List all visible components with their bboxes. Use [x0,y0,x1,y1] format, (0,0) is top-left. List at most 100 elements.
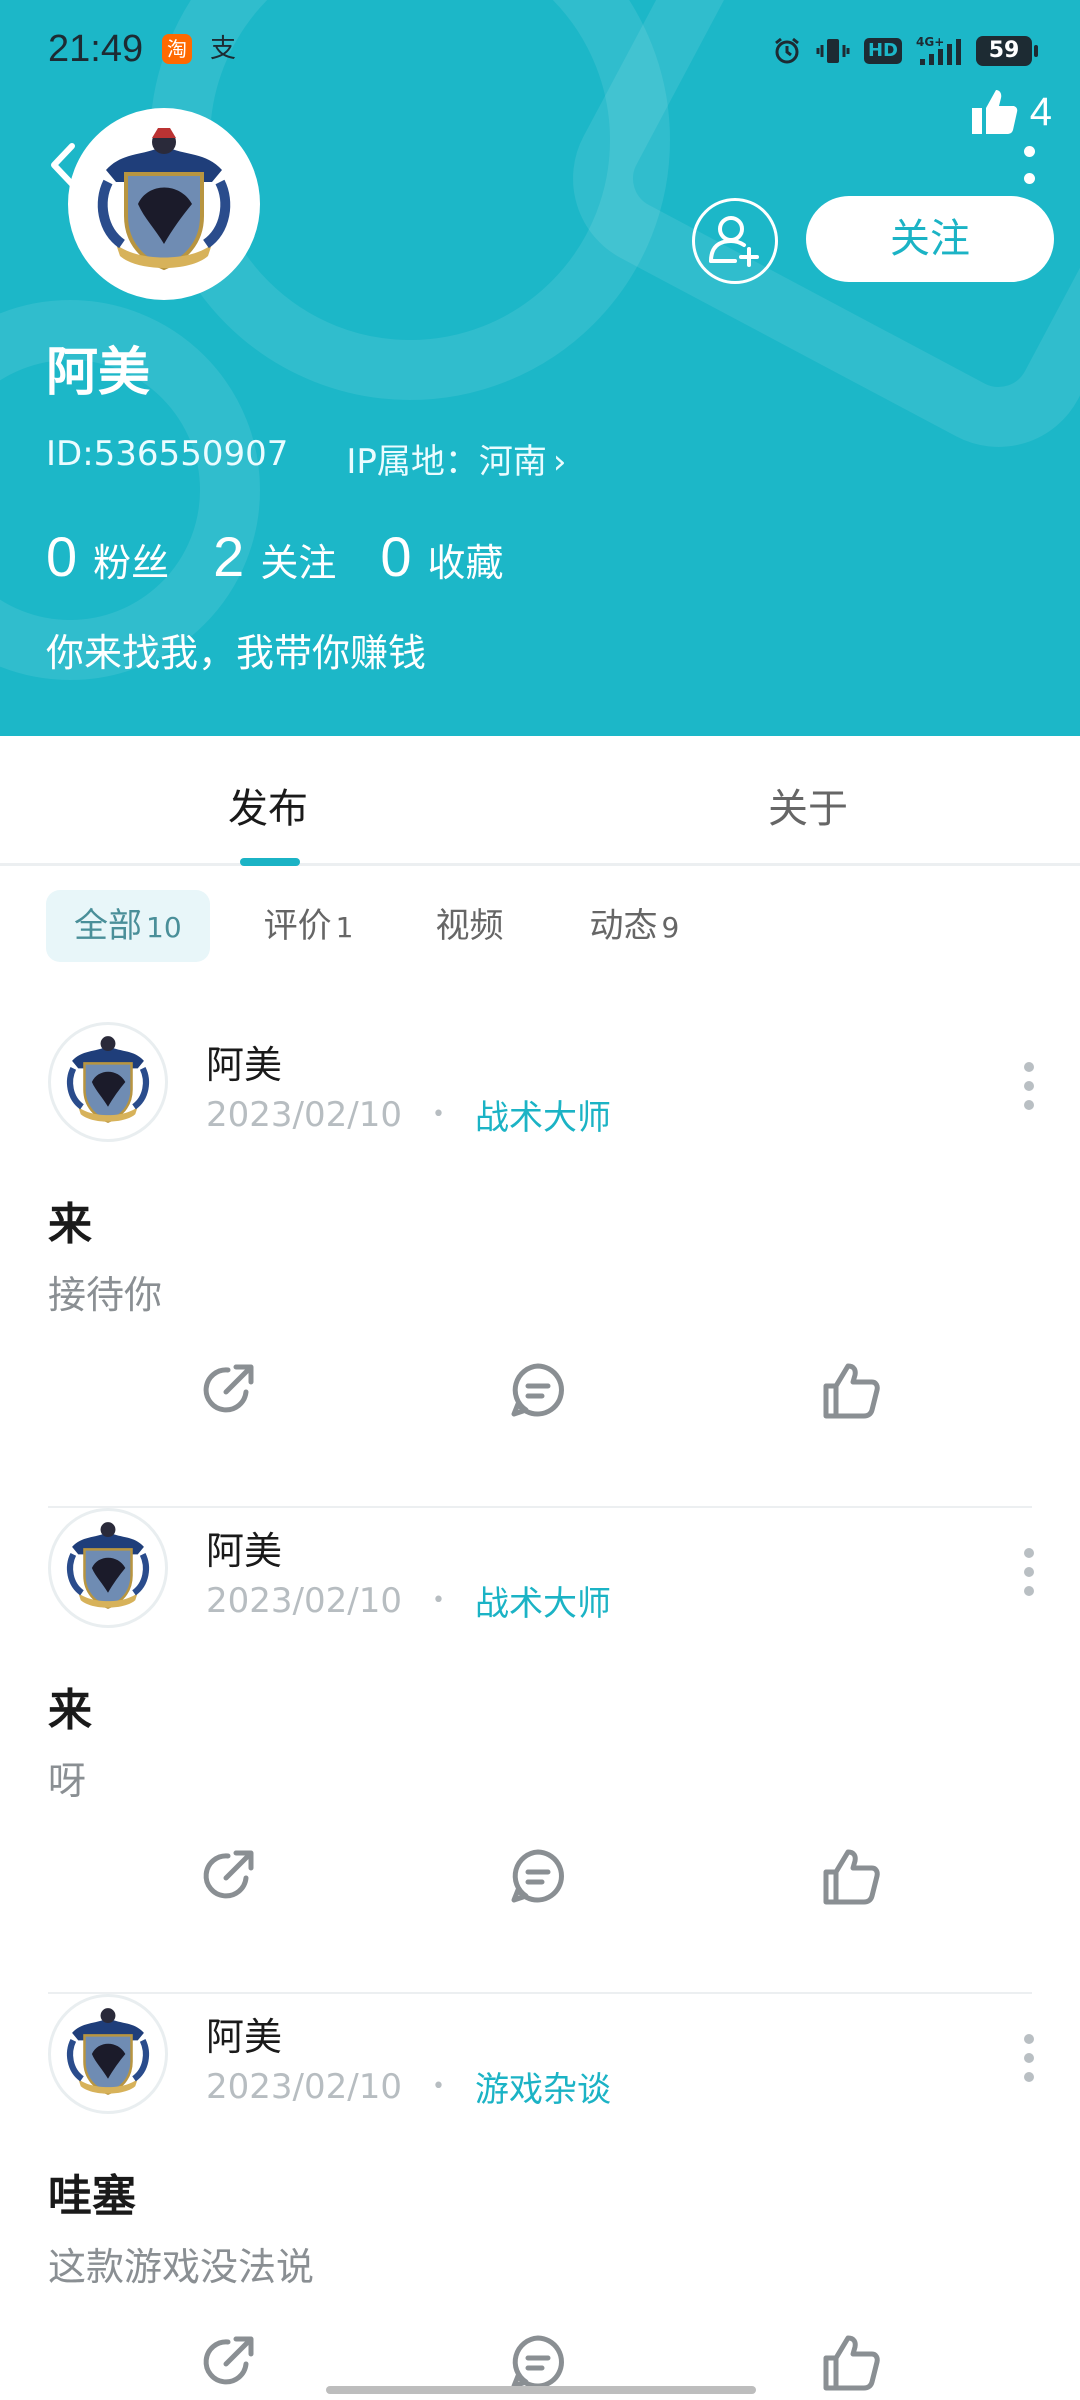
filter-chips: 全部 10 评价 1 视频 动态 9 [46,890,707,962]
profile-header: 21:49 淘 支 HD 4G+ 59 4 关注 阿美 ID:536550907… [0,0,1080,736]
alarm-icon [772,36,802,66]
post-card[interactable]: 阿美 2023/02/10 • 游戏杂谈 哇塞 这款游戏没法说 [0,1994,1080,2400]
status-icons: HD 4G+ 59 [772,32,1038,70]
profile-bio: 你来找我，我带你赚钱 [46,631,427,675]
thumbs-up-icon [823,1849,880,1905]
post-author-avatar[interactable] [48,1508,168,1628]
chip-count: 1 [335,911,354,944]
alipay-notification-icon: 支 [210,34,237,64]
like-count: 4 [1029,89,1052,134]
post-date: 2023/02/10 [206,1094,402,1135]
post-author-name: 阿美 [206,1529,283,1573]
meta-separator: • [431,2074,445,2099]
post-author-name: 阿美 [206,1043,283,1087]
home-indicator[interactable] [326,2386,756,2394]
post-meta: 2023/02/10 • 战术大师 [206,1090,611,1139]
meta-separator: • [431,1102,445,1127]
profile-stats: 0 粉丝 2 关注 0 收藏 [46,524,548,589]
chip-label: 视频 [435,906,504,946]
comment-button[interactable] [506,1844,570,1908]
status-bar: 21:49 淘 支 HD 4G+ 59 [0,0,1080,100]
signal-icon: 4G+ [916,35,962,66]
comment-button[interactable] [506,2330,570,2394]
post-category[interactable]: 游戏杂谈 [475,2062,611,2111]
ravenclaw-crest-icon [66,1522,150,1609]
like-button[interactable] [820,1844,884,1908]
post-more-icon[interactable] [1024,1062,1036,1119]
ravenclaw-crest-icon [66,2008,150,2095]
profile-like-button[interactable]: 4 [968,86,1052,138]
post-date: 2023/02/10 [206,2066,402,2107]
chip-label: 全部 [74,906,142,946]
post-title: 来 [48,1199,92,1250]
user-id: ID:536550907 [46,434,289,474]
stat-following[interactable]: 2 关注 [213,524,336,589]
ravenclaw-crest-icon [72,112,256,296]
tab-post[interactable]: 发布 [228,776,308,834]
chip-updates[interactable]: 动态 9 [561,890,707,962]
post-more-icon[interactable] [1024,2034,1036,2091]
ravenclaw-crest-icon [66,1036,150,1123]
post-category[interactable]: 战术大师 [475,1090,611,1139]
post-card[interactable]: 阿美 2023/02/10 • 战术大师 来 接待你 [0,1022,1080,1508]
post-body: 呀 [48,1759,87,1803]
comment-icon [511,1849,564,1903]
share-icon [203,1364,254,1413]
stat-value: 2 [213,525,245,588]
comment-icon [511,1363,564,1417]
comment-button[interactable] [506,1358,570,1422]
like-button[interactable] [820,2330,884,2394]
post-title: 哇塞 [48,2171,136,2222]
tab-indicator [240,858,300,866]
more-options-icon[interactable] [1024,146,1038,186]
chip-reviews[interactable]: 评价 1 [236,890,382,962]
svg-text:4G+: 4G+ [916,35,944,49]
status-time: 21:49 [48,28,144,70]
battery-icon: 59 [976,36,1038,66]
profile-id-row: ID:536550907 IP属地：河南 › [46,434,567,483]
post-author-avatar[interactable] [48,1994,168,2114]
like-button[interactable] [820,1358,884,1422]
chip-all[interactable]: 全部 10 [46,890,210,962]
post-card[interactable]: 阿美 2023/02/10 • 战术大师 来 呀 [0,1508,1080,1994]
thumbs-up-icon [971,90,1018,134]
add-user-icon [709,216,759,267]
post-author-name: 阿美 [206,2015,283,2059]
share-button[interactable] [196,2330,260,2394]
post-meta: 2023/02/10 • 游戏杂谈 [206,2062,611,2111]
ip-location-link[interactable]: IP属地：河南 › [346,434,566,483]
post-title: 来 [48,1685,92,1736]
post-actions [0,1358,1080,1428]
post-body: 这款游戏没法说 [48,2245,315,2289]
profile-username: 阿美 [46,343,151,403]
chip-count: 10 [146,911,182,944]
profile-tabs: 发布 关于 [0,736,1080,866]
stat-label: 关注 [260,541,337,585]
profile-avatar[interactable] [68,108,260,300]
hd-icon: HD [863,38,902,64]
stat-favorites[interactable]: 0 收藏 [380,524,503,589]
post-date: 2023/02/10 [206,1580,402,1621]
stat-value: 0 [380,525,412,588]
thumbs-up-icon [823,2335,880,2391]
chip-count: 9 [661,911,680,944]
tab-about[interactable]: 关于 [768,776,848,834]
chip-label: 评价 [263,906,332,946]
share-button[interactable] [196,1844,260,1908]
chip-label: 动态 [589,906,658,946]
share-button[interactable] [196,1358,260,1422]
chip-videos[interactable]: 视频 [407,890,535,962]
stat-label: 粉丝 [93,541,170,585]
comment-icon [511,2335,564,2389]
post-more-icon[interactable] [1024,1548,1036,1605]
stat-fans[interactable]: 0 粉丝 [46,524,169,589]
stat-label: 收藏 [427,541,504,585]
post-author-avatar[interactable] [48,1022,168,1142]
stat-value: 0 [46,525,78,588]
taobao-notification-icon: 淘 [162,34,192,64]
post-category[interactable]: 战术大师 [475,1576,611,1625]
thumbs-up-icon [823,1363,880,1419]
vibrate-icon [816,36,850,66]
follow-button[interactable]: 关注 [806,196,1054,282]
add-friend-button[interactable] [692,198,778,284]
